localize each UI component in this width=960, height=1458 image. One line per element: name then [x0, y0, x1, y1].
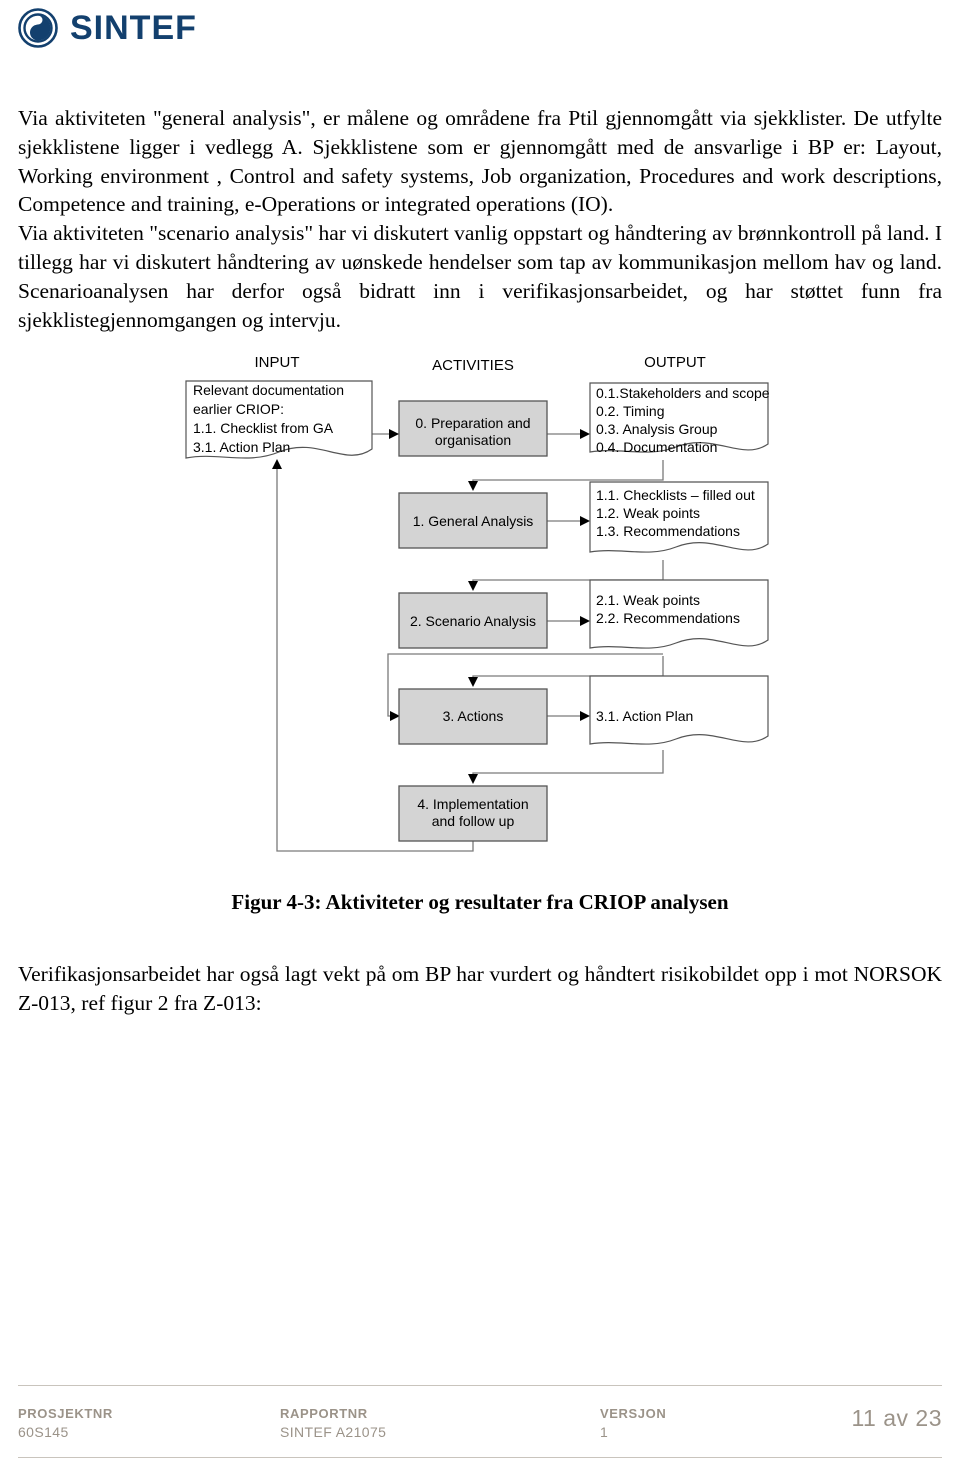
paragraph-3: Verifikasjonsarbeidet har også lagt vekt… [18, 962, 942, 1015]
activity-box-2-label-line-1: 2. Scenario Analysis [410, 613, 536, 629]
activity-box-3[interactable]: 3. Actions [398, 688, 548, 745]
footer-project-number-value: 60S145 [18, 1423, 69, 1440]
footer-report-number-value: SINTEF A21075 [280, 1423, 387, 1440]
output-document-0-line-4: 0.4. Documentation [596, 439, 717, 455]
output-document-0-line-1: 0.1.Stakeholders and scope [596, 385, 770, 401]
output-document-0: 0.1.Stakeholders and scope 0.2. Timing 0… [589, 382, 770, 455]
output-document-0-line-3: 0.3. Analysis Group [596, 421, 718, 437]
footer-report-number: RAPPORTNR SINTEF A21075 [280, 1405, 600, 1441]
footer-page-number: 11 av 23 [800, 1405, 942, 1431]
sintef-wordmark: SINTEF [70, 9, 197, 47]
activity-box-4[interactable]: 4. Implementation and follow up [398, 785, 548, 842]
footer-top-rule [18, 1385, 942, 1386]
output-document-2: 2.1. Weak points 2.2. Recommendations [589, 579, 769, 649]
output-document-2-line-2: 2.2. Recommendations [596, 610, 740, 626]
diagram-canvas: INPUT ACTIVITIES OUTPUT Relevant documen… [185, 354, 770, 852]
activity-box-2[interactable]: 2. Scenario Analysis [398, 592, 548, 649]
output-document-3: 3.1. Action Plan [589, 675, 769, 745]
input-document-line-3: 1.1. Checklist from GA [193, 420, 334, 436]
column-header-input: INPUT [255, 354, 300, 371]
footer-page-number-value: 11 av 23 [851, 1405, 942, 1431]
activity-box-0-label-line-1: 0. Preparation and [415, 415, 530, 431]
footer-version-label: VERSJON [600, 1406, 667, 1421]
activity-box-1-label-line-1: 1. General Analysis [413, 513, 534, 529]
activity-box-0[interactable]: 0. Preparation and organisation [398, 400, 548, 457]
footer-version-value: 1 [600, 1423, 609, 1440]
output-document-0-line-2: 0.2. Timing [596, 403, 664, 419]
paragraph-1: Via aktiviteten "general analysis", er m… [18, 106, 942, 217]
paragraph-2: Via aktiviteten "scenario analysis" har … [18, 221, 942, 332]
activity-box-1[interactable]: 1. General Analysis [398, 492, 548, 549]
output-document-1: 1.1. Checklists – filled out 1.2. Weak p… [589, 481, 769, 553]
footer-report-number-label: RAPPORTNR [280, 1406, 368, 1421]
sintef-logo: SINTEF [18, 8, 197, 48]
input-document-line-1: Relevant documentation [193, 382, 344, 398]
output-document-1-line-2: 1.2. Weak points [596, 505, 700, 521]
output-document-1-line-3: 1.3. Recommendations [596, 523, 740, 539]
output-document-3-line-1: 3.1. Action Plan [596, 708, 693, 724]
output-document-2-line-1: 2.1. Weak points [596, 592, 700, 608]
criop-process-diagram: INPUT ACTIVITIES OUTPUT Relevant documen… [0, 348, 960, 868]
footer-project-number: PROSJEKTNR 60S145 [18, 1405, 280, 1441]
input-document-line-2: earlier CRIOP: [193, 401, 284, 417]
page-footer: PROSJEKTNR 60S145 RAPPORTNR SINTEF A2107… [0, 1385, 960, 1458]
document-body: Via aktiviteten "general analysis", er m… [18, 104, 942, 336]
activity-box-4-label-line-1: 4. Implementation [417, 796, 528, 812]
activity-box-4-label-line-2: and follow up [432, 813, 515, 829]
figure-caption: Figur 4-3: Aktiviteter og resultater fra… [231, 890, 729, 914]
output-document-1-line-1: 1.1. Checklists – filled out [596, 487, 755, 503]
input-document-line-4: 3.1. Action Plan [193, 439, 290, 455]
column-header-output: OUTPUT [644, 354, 706, 371]
document-body-lower: Verifikasjonsarbeidet har også lagt vekt… [18, 960, 942, 1020]
footer-version: VERSJON 1 [600, 1405, 800, 1441]
activity-box-0-label-line-2: organisation [435, 432, 511, 448]
column-header-activities: ACTIVITIES [432, 357, 514, 374]
input-document: Relevant documentation earlier CRIOP: 1.… [185, 380, 373, 459]
footer-project-number-label: PROSJEKTNR [18, 1406, 113, 1421]
activity-box-3-label-line-1: 3. Actions [443, 708, 504, 724]
sintef-spiral-logo-icon [18, 8, 58, 48]
